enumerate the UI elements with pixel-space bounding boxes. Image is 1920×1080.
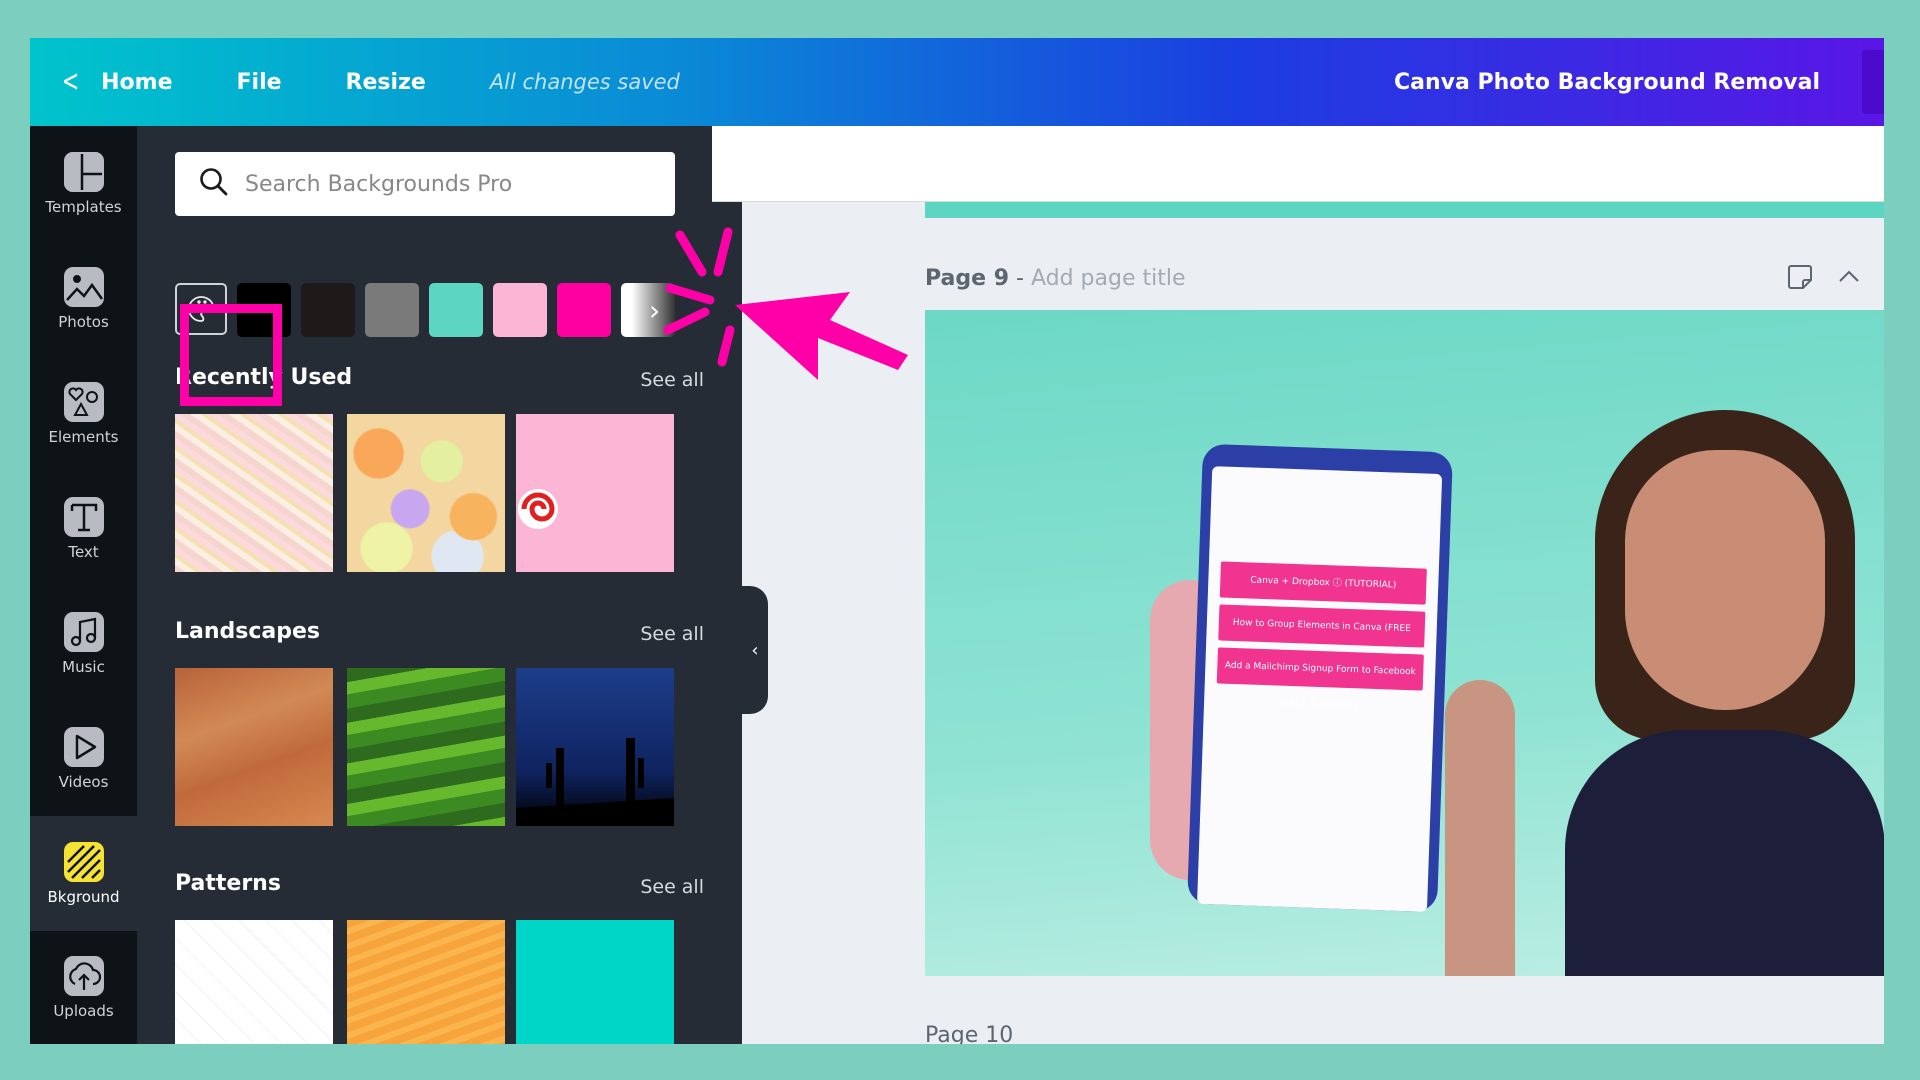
swatch-dark-brown[interactable] bbox=[301, 283, 355, 337]
lollipop-icon bbox=[518, 489, 558, 529]
top-header: < Home File Resize All changes saved Can… bbox=[30, 38, 1884, 126]
design-page-canvas[interactable]: Canva + Dropbox ⓘ (TUTORIAL) How to Grou… bbox=[925, 310, 1884, 976]
thumbnail-marshmallows[interactable] bbox=[175, 414, 333, 572]
palette-icon bbox=[188, 296, 214, 322]
resize-button[interactable]: Resize bbox=[346, 70, 426, 95]
swatch-light-pink[interactable] bbox=[493, 283, 547, 337]
section-title-landscapes: Landscapes bbox=[175, 619, 321, 644]
elements-icon bbox=[63, 381, 104, 422]
phone-screen-button: How to Group Elements in Canva (FREE TUT… bbox=[1218, 604, 1426, 668]
file-menu[interactable]: File bbox=[237, 70, 282, 95]
sidebar-label: Photos bbox=[58, 312, 109, 331]
share-button[interactable] bbox=[1862, 50, 1884, 114]
thumbnail-pink-lollipop[interactable] bbox=[516, 414, 674, 572]
page-number: Page 9 bbox=[925, 266, 1010, 291]
thumbnail-green-hills[interactable] bbox=[347, 668, 505, 826]
collapse-panel-button[interactable]: ‹ bbox=[742, 586, 768, 714]
sidebar-item-templates[interactable]: Templates bbox=[30, 126, 137, 241]
thumbnail-starry-cactus-night[interactable] bbox=[516, 668, 674, 826]
templates-icon bbox=[63, 151, 104, 192]
thumbnail-orange-zigzag[interactable] bbox=[347, 920, 505, 1044]
thumbnail-white-geometric[interactable] bbox=[175, 920, 333, 1044]
chevron-right-icon[interactable]: › bbox=[649, 294, 660, 327]
sidebar-item-elements[interactable]: Elements bbox=[30, 356, 137, 471]
next-page-label: Page 10 bbox=[925, 1023, 1014, 1044]
swatch-hot-pink[interactable] bbox=[557, 283, 611, 337]
home-label: Home bbox=[101, 69, 173, 95]
app-window: < Home File Resize All changes saved Can… bbox=[30, 38, 1884, 1044]
sidebar-label: Bkground bbox=[47, 887, 120, 906]
photos-icon bbox=[63, 266, 104, 307]
search-input[interactable] bbox=[245, 171, 645, 197]
text-icon bbox=[63, 496, 104, 537]
person-photo[interactable] bbox=[1565, 410, 1884, 976]
phone-screen-button: Canva + Dropbox ⓘ (TUTORIAL) bbox=[1219, 561, 1427, 605]
backgrounds-panel: › Recently Used See all Landscapes See a… bbox=[137, 126, 742, 1044]
phone-image[interactable]: Canva + Dropbox ⓘ (TUTORIAL) How to Grou… bbox=[1187, 443, 1453, 913]
thumbnail-turquoise[interactable] bbox=[516, 920, 674, 1044]
chevron-up-icon[interactable] bbox=[1838, 268, 1860, 287]
swatch-turquoise[interactable] bbox=[429, 283, 483, 337]
phone-screen-button: Add a Mailchimp Signup Form to Facebook … bbox=[1216, 647, 1424, 711]
thumb-image bbox=[1445, 680, 1515, 976]
sidebar-label: Templates bbox=[45, 197, 122, 216]
thumbnail-desert-dunes[interactable] bbox=[175, 668, 333, 826]
color-picker-button[interactable] bbox=[175, 283, 227, 335]
sidebar-label: Uploads bbox=[53, 1001, 114, 1020]
previous-page-bottom bbox=[925, 202, 1884, 218]
sidebar-label: Elements bbox=[48, 427, 119, 446]
thumbnail-candy-hearts[interactable] bbox=[347, 414, 505, 572]
sidebar-item-videos[interactable]: Videos bbox=[30, 701, 137, 816]
save-status: All changes saved bbox=[489, 70, 680, 94]
sidebar-item-background[interactable]: Bkground bbox=[30, 816, 137, 931]
swatch-black[interactable] bbox=[237, 283, 291, 337]
sidebar-label: Text bbox=[68, 542, 99, 561]
chevron-left-icon: < bbox=[61, 64, 80, 99]
page-header: Page 9 - Add page title bbox=[925, 266, 1186, 291]
editor-toolbar bbox=[712, 126, 1884, 202]
background-icon bbox=[63, 841, 104, 882]
sidebar-label: Music bbox=[62, 657, 105, 676]
see-all-recently-used[interactable]: See all bbox=[640, 369, 704, 391]
see-all-landscapes[interactable]: See all bbox=[640, 623, 704, 645]
sidebar-label: Videos bbox=[58, 772, 109, 791]
add-page-title-input[interactable]: Add page title bbox=[1031, 266, 1186, 291]
document-title[interactable]: Canva Photo Background Removal bbox=[1394, 70, 1820, 95]
see-all-patterns[interactable]: See all bbox=[640, 876, 704, 898]
section-title-patterns: Patterns bbox=[175, 871, 281, 896]
sidebar-item-photos[interactable]: Photos bbox=[30, 241, 137, 356]
videos-icon bbox=[63, 726, 104, 767]
home-button[interactable]: < Home bbox=[58, 67, 173, 97]
page-notes-icon[interactable] bbox=[1787, 264, 1813, 294]
swatch-gray[interactable] bbox=[365, 283, 419, 337]
sidebar-rail: Templates Photos Elements Text Music Vid… bbox=[30, 126, 137, 1044]
section-title-recently-used: Recently Used bbox=[175, 365, 353, 390]
search-icon bbox=[199, 167, 229, 201]
sidebar-item-text[interactable]: Text bbox=[30, 471, 137, 586]
color-swatches bbox=[175, 283, 685, 337]
swatch-white-gradient[interactable] bbox=[621, 283, 675, 337]
sidebar-item-music[interactable]: Music bbox=[30, 586, 137, 701]
uploads-icon bbox=[63, 955, 104, 996]
music-icon bbox=[63, 611, 104, 652]
sidebar-item-uploads[interactable]: Uploads bbox=[30, 931, 137, 1044]
search-box[interactable] bbox=[175, 152, 675, 216]
cactus-silhouette-icon bbox=[516, 738, 674, 826]
